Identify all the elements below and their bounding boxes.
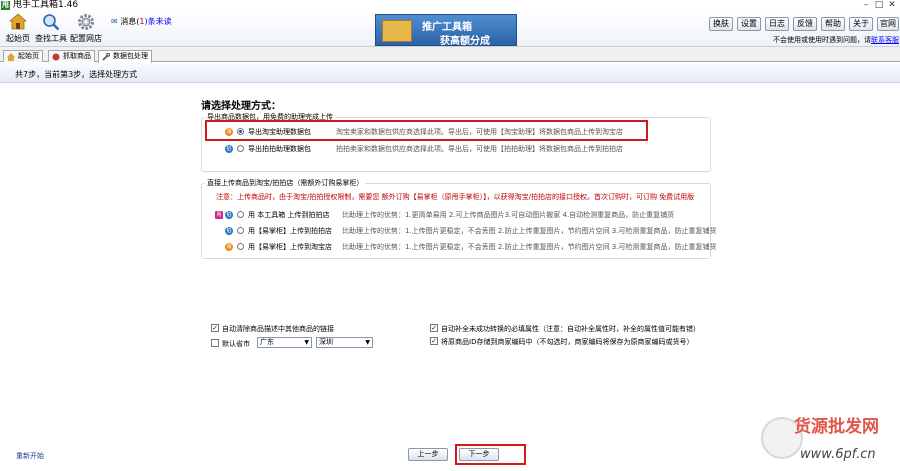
export-paipai-label[interactable]: 导出拍拍助理数据包 [248, 144, 311, 154]
banner-line2: 获高额分成 [440, 36, 490, 47]
export-taobao-desc: 淘宝卖家和数据包供应商选择此项。导出后，可使用【淘宝助理】将数据包商品上传到淘宝… [336, 128, 623, 136]
home-icon [7, 53, 15, 61]
remove-links-label[interactable]: 自动清除商品描述中其他商品的链接 [222, 324, 334, 334]
watermark-line1: 货源批发网 [794, 416, 879, 437]
default-region-checkbox[interactable] [211, 339, 219, 347]
direct-upload-legend: 直接上传商品到淘宝/拍拍店（需额外订购易掌柜） [205, 178, 366, 188]
upload-yizhanggui-taobao-radio[interactable] [237, 243, 244, 250]
message-suffix: )条未读 [144, 17, 172, 26]
upload-yizhanggui-taobao-label[interactable]: 用【易掌柜】上传到淘宝店 [248, 242, 332, 252]
tab-data-package-label: 数据包处理 [113, 52, 148, 60]
restart-link[interactable]: 重新开始 [16, 451, 44, 461]
config-store-label: 配置网店 [70, 34, 102, 43]
free-trial-link[interactable]: 免费试用版 [659, 193, 694, 201]
toolbox-icon: 甩 [215, 211, 223, 219]
city-select[interactable]: 深圳 ▼ [316, 337, 373, 348]
watermark-logo: 货源批发网 www.6pf.cn [761, 416, 879, 462]
upload-yizhanggui-paipai-label[interactable]: 用【易掌柜】上传到拍拍店 [248, 226, 332, 236]
export-taobao-label[interactable]: 导出淘宝助理数据包 [248, 127, 311, 137]
home-button[interactable]: 起始页 [0, 13, 36, 45]
app-icon: 甩 [1, 1, 10, 10]
taobao-icon: 淘 [225, 243, 233, 251]
skin-button[interactable]: 换肤 [709, 17, 733, 31]
message-icon: ✉ [111, 17, 118, 26]
contact-support-link[interactable]: 联系客服 [871, 36, 899, 44]
paipai-icon: 拍 [225, 145, 233, 153]
note-middle: ，以获得淘宝/拍拍店的接口授权。首次订购时，可订购 [486, 193, 657, 201]
find-tool-label: 查找工具 [35, 34, 67, 43]
feedback-button[interactable]: 反馈 [793, 17, 817, 31]
subscription-note: 注意：上传商品时，由于淘宝/拍拍授权限制，需要您 额外订购【易掌柜（原甩手掌柜）… [216, 192, 694, 202]
note-prefix: 注意：上传商品时，由于淘宝/拍拍授权限制，需要您 [216, 193, 380, 201]
window-title: 甩手工具箱1.46 [13, 0, 79, 10]
province-select[interactable]: 广东 ▼ [257, 337, 312, 348]
tab-start-page-label: 起始页 [18, 52, 39, 60]
banner-line1: 推广工具箱 [422, 22, 472, 33]
upload-yizhanggui-paipai-radio[interactable] [237, 227, 244, 234]
chevron-down-icon: ▼ [365, 339, 370, 346]
home-icon [8, 13, 28, 30]
save-id-label[interactable]: 将原商品ID存储到商家编码中（不勾选时，商家编码将保存为原商家编码或货号） [441, 337, 693, 347]
auto-fill-label[interactable]: 自动补全未成功转换的必填属性（注意：自动补全属性时，补全的属性值可能有错） [441, 324, 700, 334]
settings-button[interactable]: 设置 [737, 17, 761, 31]
export-paipai-desc: 拍拍卖家和数据包供应商选择此项。导出后，可使用【拍拍助理】将数据包商品上传到拍拍… [336, 145, 623, 153]
search-icon [43, 14, 60, 31]
watermark-line2: www.6pf.cn [800, 447, 876, 462]
export-taobao-radio[interactable] [237, 128, 244, 135]
toolbar: 起始页 查找工具 配置网店 ✉ 消息(1)条未读 推广工具箱 获高额分成 换肤 … [0, 11, 900, 47]
province-value: 广东 [260, 338, 274, 346]
wrench-icon [102, 53, 110, 61]
taobao-icon: 淘 [225, 128, 233, 136]
find-tool-button[interactable]: 查找工具 [33, 13, 69, 45]
step-bar: 共7步，当前第3步，选择处理方式 [0, 63, 900, 83]
upload-toolbox-paipai-radio[interactable] [237, 211, 244, 218]
tab-grab-products-label: 抓取商品 [63, 52, 91, 60]
step-indicator: 共7步，当前第3步，选择处理方式 [15, 70, 138, 79]
remove-links-checkbox[interactable]: ✓ [211, 324, 219, 332]
message-prefix: 消息( [120, 17, 140, 26]
log-button[interactable]: 日志 [765, 17, 789, 31]
export-paipai-radio[interactable] [237, 145, 244, 152]
paipai-icon: 拍 [225, 227, 233, 235]
grab-icon [52, 53, 60, 61]
auto-fill-checkbox[interactable]: ✓ [430, 324, 438, 332]
upload-yizhanggui-taobao-desc: 比助理上传的优势：1.上传图片更稳定，不会丢图 2.防止上传重复图片，节约图片空… [342, 243, 717, 251]
about-button[interactable]: 关于 [849, 17, 873, 31]
upload-toolbox-paipai-desc: 比助理上传的优势：1.更简单易用 2.可上传商品图片3.可自动图片搬家 4.自动… [342, 211, 675, 219]
gift-box-icon [382, 20, 412, 42]
city-value: 深圳 [319, 338, 333, 346]
title-bar: 甩 甩手工具箱1.46 – □ ✕ [0, 0, 900, 11]
page-title: 请选择处理方式： [201, 101, 281, 112]
default-region-label[interactable]: 默认省市 [222, 339, 250, 349]
message-notice[interactable]: ✉ 消息(1)条未读 [111, 16, 172, 27]
tab-start-page[interactable]: 起始页 [3, 50, 43, 62]
help-notice: 不会使用或使用时遇到问题，请联系客服 [773, 35, 899, 45]
tab-data-package[interactable]: 数据包处理 [98, 50, 152, 63]
chevron-down-icon: ▼ [304, 339, 309, 346]
help-notice-text: 不会使用或使用时遇到问题，请 [773, 36, 871, 44]
promo-banner[interactable]: 推广工具箱 获高额分成 [375, 14, 517, 47]
close-icon[interactable]: ✕ [886, 0, 898, 11]
save-id-checkbox[interactable]: ✓ [430, 337, 438, 345]
tab-bar: 起始页 抓取商品 数据包处理 [0, 47, 900, 63]
help-button[interactable]: 帮助 [821, 17, 845, 31]
website-button[interactable]: 官网 [877, 17, 899, 31]
gear-icon [78, 14, 94, 30]
prev-step-button[interactable]: 上一步 [408, 448, 448, 461]
upload-toolbox-paipai-label[interactable]: 用 本工具箱 上传到拍拍店 [248, 210, 329, 220]
config-store-button[interactable]: 配置网店 [68, 13, 104, 45]
maximize-icon[interactable]: □ [873, 0, 885, 11]
home-label: 起始页 [6, 34, 30, 43]
paipai-icon: 拍 [225, 211, 233, 219]
next-step-button[interactable]: 下一步 [459, 448, 499, 461]
tab-grab-products[interactable]: 抓取商品 [48, 50, 95, 62]
upload-yizhanggui-paipai-desc: 比助理上传的优势：1.上传图片更稳定，不会丢图 2.防止上传重复图片，节约图片空… [342, 227, 717, 235]
site-watermark: 货源批发网 www.6pf.cn [760, 400, 900, 471]
subscribe-link[interactable]: 额外订购【易掌柜（原甩手掌柜）】 [382, 193, 487, 201]
minimize-icon[interactable]: – [860, 0, 872, 11]
